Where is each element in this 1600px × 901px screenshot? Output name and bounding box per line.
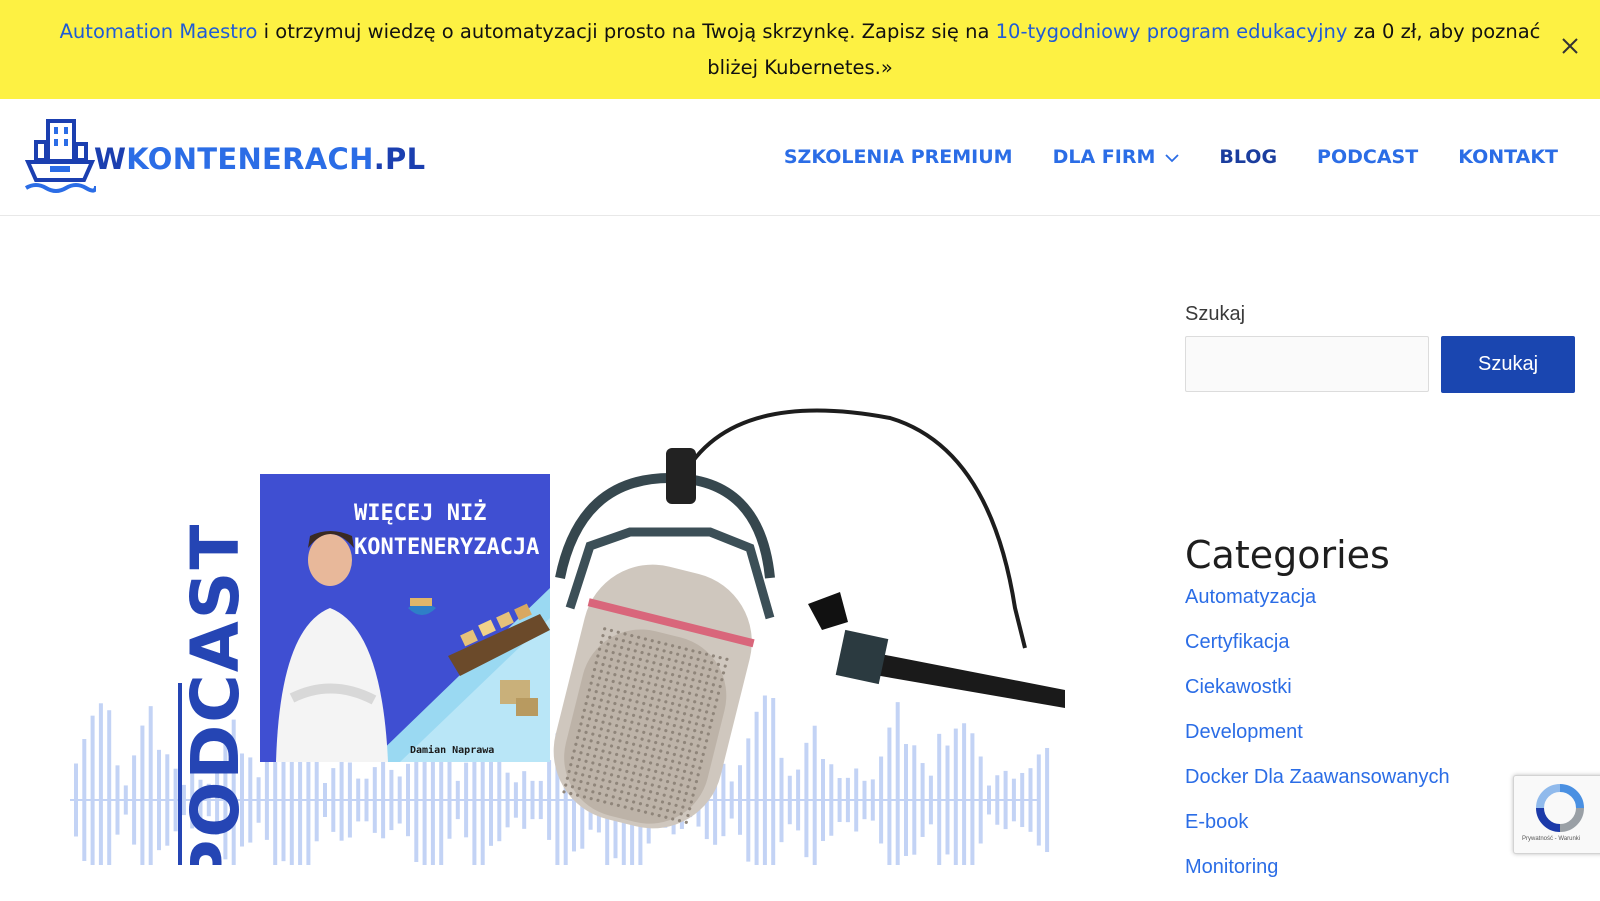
logo-wordmark: WKONTENERACH.PL: [94, 142, 426, 176]
podcast-cover: WIĘCEJ NIŻ KONTENERYZACJA Damian Naprawa: [260, 474, 550, 762]
banner-link-program[interactable]: 10-tygodniowy program edukacyjny: [996, 20, 1348, 43]
category-link[interactable]: Docker Dla Zaawansowanych: [1185, 766, 1450, 788]
category-item: Docker Dla Zaawansowanych: [1185, 766, 1450, 811]
podcast-illustration: PODCAST WIĘCEJ NIŻ KONTENERYZACJA Damian…: [70, 408, 1065, 865]
svg-text:KONTENERYZACJA: KONTENERYZACJA: [354, 535, 539, 560]
nav-kontakt[interactable]: KONTAKT: [1458, 146, 1558, 168]
category-item: Monitoring: [1185, 856, 1450, 901]
category-link[interactable]: Automatyzacja: [1185, 586, 1316, 608]
category-link[interactable]: Development: [1185, 721, 1303, 743]
recaptcha-badge[interactable]: Prywatność - Warunki: [1513, 775, 1600, 854]
announcement-banner: Automation Maestro i otrzymuj wiedzę o a…: [0, 0, 1600, 99]
svg-text:WIĘCEJ NIŻ: WIĘCEJ NIŻ: [354, 500, 486, 526]
site-header: WKONTENERACH.PL SZKOLENIA PREMIUM DLA FI…: [0, 99, 1600, 216]
chevron-down-icon: [1165, 146, 1180, 168]
categories-list: Automatyzacja Certyfikacja Ciekawostki D…: [1185, 586, 1450, 901]
category-link[interactable]: Certyfikacja: [1185, 631, 1289, 653]
category-item: Ciekawostki: [1185, 676, 1450, 721]
category-link[interactable]: Ciekawostki: [1185, 676, 1292, 698]
main-nav: SZKOLENIA PREMIUM DLA FIRM BLOG PODCAST …: [744, 99, 1558, 215]
svg-text:Damian Naprawa: Damian Naprawa: [410, 744, 494, 756]
recaptcha-terms[interactable]: Prywatność - Warunki: [1522, 836, 1580, 842]
close-icon[interactable]: [1560, 36, 1588, 64]
category-link[interactable]: E-book: [1185, 811, 1248, 833]
categories-heading: Categories: [1185, 533, 1390, 577]
category-link[interactable]: Monitoring: [1185, 856, 1278, 878]
podcast-vertical-text: PODCAST: [177, 523, 254, 865]
ship-logo-icon: [24, 119, 96, 193]
banner-link-automation-maestro[interactable]: Automation Maestro: [60, 20, 258, 43]
banner-message: Automation Maestro i otrzymuj wiedzę o a…: [50, 14, 1550, 86]
category-item: Development: [1185, 721, 1450, 766]
category-item: Certyfikacja: [1185, 631, 1450, 676]
recaptcha-icon: [1536, 784, 1584, 832]
nav-szkolenia-premium[interactable]: SZKOLENIA PREMIUM: [784, 146, 1013, 168]
search-label: Szukaj: [1185, 303, 1246, 325]
category-item: Automatyzacja: [1185, 586, 1450, 631]
search-button[interactable]: Szukaj: [1441, 336, 1575, 393]
nav-podcast[interactable]: PODCAST: [1317, 146, 1418, 168]
search-input[interactable]: [1185, 336, 1429, 392]
banner-text-part1: i otrzymuj wiedzę o automatyzacji prosto…: [257, 20, 996, 43]
featured-image[interactable]: PODCAST WIĘCEJ NIŻ KONTENERYZACJA Damian…: [70, 408, 1065, 865]
category-item: E-book: [1185, 811, 1450, 856]
nav-blog[interactable]: BLOG: [1219, 146, 1277, 168]
nav-dla-firm[interactable]: DLA FIRM: [1053, 146, 1180, 168]
site-logo[interactable]: WKONTENERACH.PL: [24, 117, 425, 197]
